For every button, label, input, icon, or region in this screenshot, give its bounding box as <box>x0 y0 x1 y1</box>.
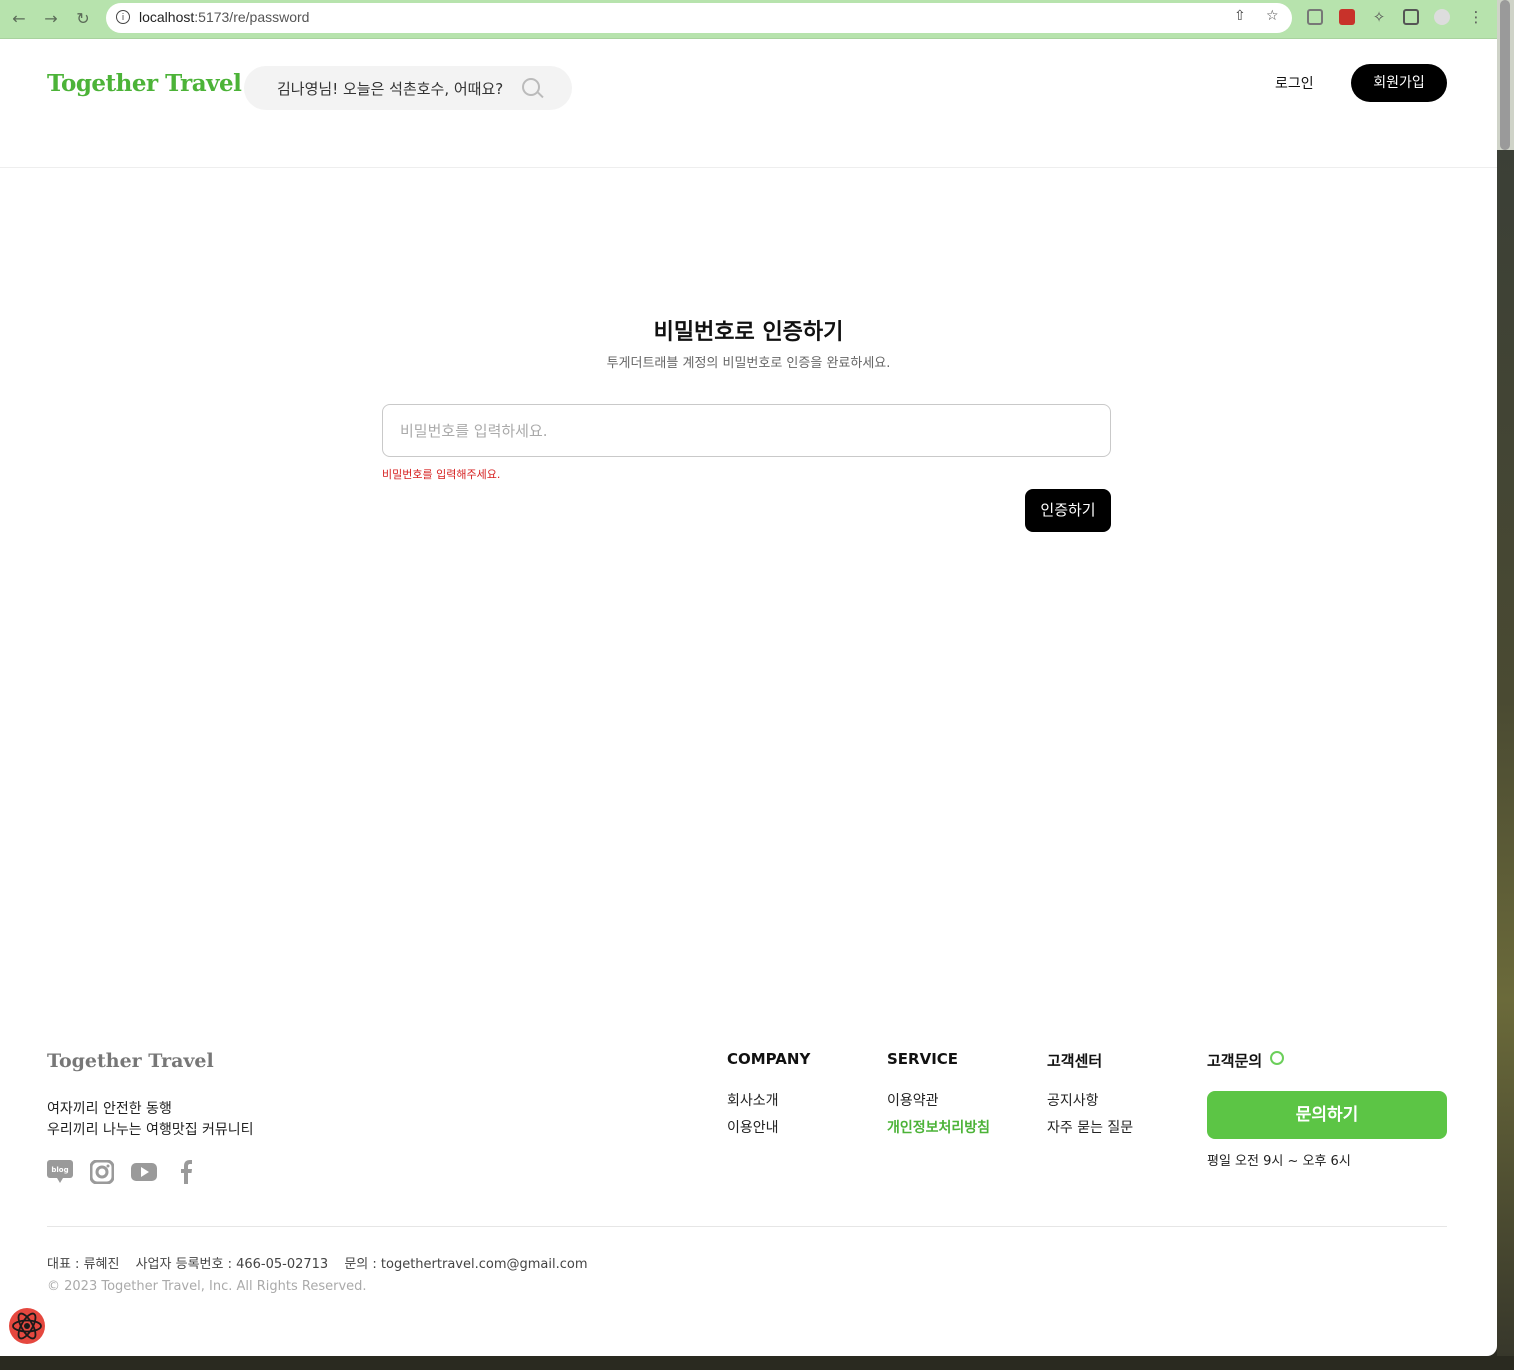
verify-button[interactable]: 인증하기 <box>1025 489 1111 532</box>
footer-divider <box>47 1226 1447 1227</box>
footer-heading-support: 고객센터 <box>1047 1052 1103 1070</box>
menu-kebab-icon[interactable]: ⋮ <box>1468 9 1484 25</box>
share-icon[interactable]: ⇧ <box>1234 8 1246 24</box>
site-info-icon[interactable]: i <box>116 10 130 24</box>
browser-toolbar: ← → ↻ i localhost:5173/re/password ⇧ ☆ ✧… <box>0 0 1497 39</box>
footer-company-info: 대표 : 류혜진 사업자 등록번호 : 466-05-02713 문의 : to… <box>47 1253 599 1272</box>
footer-heading-company: COMPANY <box>727 1050 811 1068</box>
login-link[interactable]: 로그인 <box>1275 73 1314 93</box>
desktop-background-bottom <box>0 1356 1514 1370</box>
business-hours: 평일 오전 9시 ~ 오후 6시 <box>1207 1154 1351 1169</box>
ceo-info: 대표 : 류혜진 <box>47 1257 120 1272</box>
url-text: localhost:5173/re/password <box>139 9 310 25</box>
address-bar[interactable]: i localhost:5173/re/password ⇧ ☆ <box>106 3 1292 33</box>
svg-text:blog: blog <box>51 1166 68 1174</box>
bookmark-star-icon[interactable]: ☆ <box>1266 8 1279 24</box>
forward-icon[interactable]: → <box>40 8 62 30</box>
facebook-icon[interactable] <box>176 1160 202 1184</box>
footer-link-about[interactable]: 회사소개 <box>727 1090 779 1110</box>
footer-tagline-1: 여자끼리 안전한 동행 <box>47 1101 172 1117</box>
back-icon[interactable]: ← <box>8 8 30 30</box>
footer-heading-service: SERVICE <box>887 1050 959 1068</box>
reload-icon[interactable]: ↻ <box>72 8 94 30</box>
site-logo[interactable]: Together Travel <box>47 70 242 97</box>
extension-icon[interactable] <box>1339 9 1355 25</box>
signup-button[interactable]: 회원가입 <box>1351 64 1447 102</box>
headset-icon <box>1270 1051 1284 1065</box>
footer-link-faq[interactable]: 자주 묻는 질문 <box>1047 1117 1133 1137</box>
react-devtools-icon[interactable] <box>8 1307 46 1345</box>
site-header: Together Travel 김나영님! 오늘은 석촌호수, 어때요? 로그인… <box>0 40 1497 168</box>
extensions-puzzle-icon[interactable]: ✧ <box>1371 9 1387 25</box>
scrollbar-thumb[interactable] <box>1500 0 1510 150</box>
side-panel-icon[interactable] <box>1403 9 1419 25</box>
instagram-icon[interactable] <box>89 1159 116 1185</box>
inquiry-button[interactable]: 문의하기 <box>1207 1091 1447 1139</box>
business-number: 사업자 등록번호 : 466-05-02713 <box>135 1257 329 1272</box>
cast-icon[interactable] <box>1307 9 1323 25</box>
footer-heading-contact: 고객문의 <box>1207 1052 1263 1070</box>
footer-link-guide[interactable]: 이용안내 <box>727 1117 779 1137</box>
password-error-message: 비밀번호를 입력해주세요. <box>382 468 501 481</box>
search-icon[interactable] <box>522 78 540 96</box>
youtube-icon[interactable] <box>131 1160 157 1184</box>
contact-email: 문의 : togethertravel.com@gmail.com <box>344 1257 588 1272</box>
page-title: 비밀번호로 인증하기 <box>653 320 844 345</box>
copyright-text: © 2023 Together Travel, Inc. All Rights … <box>47 1279 367 1294</box>
password-input[interactable] <box>382 404 1111 457</box>
browser-window: ← → ↻ i localhost:5173/re/password ⇧ ☆ ✧… <box>0 0 1497 1356</box>
search-bar[interactable]: 김나영님! 오늘은 석촌호수, 어때요? <box>244 66 572 110</box>
footer-link-terms[interactable]: 이용약관 <box>887 1090 939 1110</box>
footer-link-privacy[interactable]: 개인정보처리방침 <box>887 1117 990 1137</box>
search-text: 김나영님! 오늘은 석촌호수, 어때요? <box>277 80 504 98</box>
page-subtitle: 투게더트래블 계정의 비밀번호로 인증을 완료하세요. <box>606 356 891 371</box>
footer-link-notice[interactable]: 공지사항 <box>1047 1090 1099 1110</box>
desktop-background-edge <box>1497 0 1514 1370</box>
blog-icon[interactable]: blog <box>47 1160 73 1184</box>
footer-tagline-2: 우리끼리 나누는 여행맛집 커뮤니티 <box>47 1122 254 1138</box>
footer-logo[interactable]: Together Travel <box>47 1050 214 1072</box>
profile-avatar[interactable] <box>1434 9 1450 25</box>
